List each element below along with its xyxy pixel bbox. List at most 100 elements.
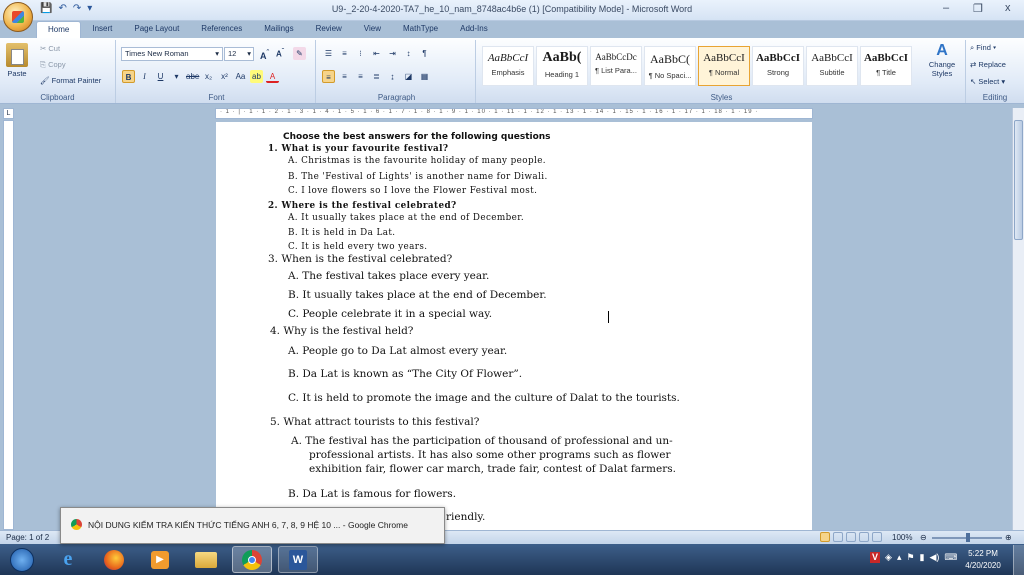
web-layout-icon[interactable]: [846, 532, 856, 542]
superscript-button[interactable]: x²: [218, 70, 231, 83]
style-list-paragraph[interactable]: AaBbCcDc ¶ List Para...: [590, 46, 642, 86]
start-button[interactable]: [2, 546, 42, 573]
taskbar-word[interactable]: W: [278, 546, 318, 573]
clock[interactable]: 5:22 PM 4/20/2020: [958, 548, 1008, 572]
style-subtitle[interactable]: AaBbCcI Subtitle: [806, 46, 858, 86]
font-size-select[interactable]: 12 ▾: [224, 47, 254, 61]
paste-icon: [6, 43, 28, 67]
tab-page-layout[interactable]: Page Layout: [123, 21, 190, 38]
align-right-icon[interactable]: ≡: [354, 70, 367, 83]
numbering-icon[interactable]: ≡: [338, 47, 351, 60]
scrollbar-thumb[interactable]: [1014, 120, 1023, 240]
shrink-font-button[interactable]: Aˇ: [276, 48, 284, 59]
network-icon[interactable]: ▮: [920, 552, 925, 563]
tab-review[interactable]: Review: [305, 21, 353, 38]
taskbar-media[interactable]: ▶: [140, 546, 180, 573]
bold-button[interactable]: B: [122, 70, 135, 83]
change-styles-button[interactable]: A Change Styles: [922, 42, 962, 78]
vertical-scrollbar[interactable]: [1012, 108, 1024, 530]
taskbar-chrome[interactable]: [232, 546, 272, 573]
multilevel-list-icon[interactable]: ⁝: [354, 47, 367, 60]
clear-format-icon[interactable]: ✎: [293, 47, 306, 60]
horizontal-ruler[interactable]: · 1 · | · 1 · 1 · 2 · 1 · 3 · 1 · 4 · 1 …: [215, 108, 813, 119]
sort-icon[interactable]: ↕: [402, 47, 415, 60]
zoom-in-icon[interactable]: ⊕: [1005, 533, 1012, 542]
antivirus-icon[interactable]: V: [870, 552, 881, 563]
tab-insert[interactable]: Insert: [81, 21, 123, 38]
tab-mailings[interactable]: Mailings: [253, 21, 304, 38]
show-desktop-button[interactable]: [1013, 545, 1024, 575]
zoom-level[interactable]: 100%: [892, 533, 912, 542]
decrease-indent-icon[interactable]: ⇤: [370, 47, 383, 60]
scissors-icon: ✂: [40, 44, 47, 53]
full-screen-reading-icon[interactable]: [833, 532, 843, 542]
paragraph-row-2: ≡ ≡ ≡ ≣ ↨ ◪ ▦: [322, 70, 431, 83]
underline-dropdown-icon[interactable]: ▾: [170, 70, 183, 83]
select-button[interactable]: ↖ Select ▾: [970, 77, 1005, 86]
flag-icon[interactable]: ⚑: [906, 552, 914, 563]
page-count[interactable]: Page: 1 of 2: [6, 533, 49, 542]
answer-1a: A. Christmas is the favourite holiday of…: [288, 156, 546, 166]
align-left-icon[interactable]: ≡: [322, 70, 335, 83]
app-tray-icon[interactable]: ◈: [885, 552, 892, 563]
taskbar-ie[interactable]: e: [48, 546, 88, 573]
zoom-out-icon[interactable]: ⊖: [920, 533, 927, 542]
strikethrough-button[interactable]: abe: [186, 70, 199, 83]
show-marks-icon[interactable]: ¶: [418, 47, 431, 60]
print-layout-icon[interactable]: [820, 532, 830, 542]
change-case-button[interactable]: Aa: [234, 70, 247, 83]
keyboard-icon[interactable]: ⌨: [944, 552, 957, 563]
paste-button[interactable]: Paste: [6, 43, 28, 78]
document-page[interactable]: Choose the best answers for the followin…: [216, 122, 812, 532]
bullets-icon[interactable]: ☰: [322, 47, 335, 60]
borders-icon[interactable]: ▦: [418, 70, 431, 83]
taskbar-firefox[interactable]: [94, 546, 134, 573]
italic-button[interactable]: I: [138, 70, 151, 83]
tab-mathtype[interactable]: MathType: [392, 21, 449, 38]
windows-logo-icon: [10, 547, 34, 572]
find-button[interactable]: ⌕ Find ▾: [970, 43, 996, 53]
copy-button[interactable]: ⎘ Copy: [40, 60, 66, 70]
font-color-button[interactable]: A: [266, 70, 279, 83]
grow-font-button[interactable]: Aˆ: [260, 48, 269, 61]
close-button[interactable]: x: [1005, 2, 1011, 14]
volume-icon[interactable]: ◀): [930, 552, 940, 563]
style-heading-1[interactable]: AaBb(Heading 1: [536, 46, 588, 86]
justify-icon[interactable]: ≣: [370, 70, 383, 83]
outline-icon[interactable]: [859, 532, 869, 542]
style-emphasis[interactable]: AaBbCcI Emphasis: [482, 46, 534, 86]
style-no-spacing[interactable]: AaBbC(¶ No Spaci...: [644, 46, 696, 86]
restore-button[interactable]: ❐: [973, 2, 983, 15]
increase-indent-icon[interactable]: ⇥: [386, 47, 399, 60]
media-player-icon: ▶: [151, 550, 169, 569]
underline-button[interactable]: U: [154, 70, 167, 83]
cut-button[interactable]: ✂ Cut: [40, 44, 60, 53]
tab-add-ins[interactable]: Add-Ins: [449, 21, 499, 38]
minimize-button[interactable]: –: [943, 2, 949, 14]
replace-button[interactable]: ⇄ Replace: [970, 60, 1006, 69]
style-title[interactable]: AaBbCcI ¶ Title: [860, 46, 912, 86]
style-normal[interactable]: AaBbCcI ¶ Normal: [698, 46, 750, 86]
vertical-ruler[interactable]: [3, 120, 14, 530]
tab-view[interactable]: View: [353, 21, 392, 38]
view-buttons: [820, 532, 882, 542]
office-button[interactable]: [3, 2, 33, 32]
show-hidden-icons[interactable]: ▴: [897, 552, 902, 563]
font-family-select[interactable]: Times New Roman ▾: [121, 47, 223, 61]
format-painter-button[interactable]: 🖌 Format Painter: [40, 76, 101, 85]
zoom-slider-thumb[interactable]: [966, 533, 970, 542]
taskbar-preview-popup[interactable]: NỘI DUNG KIỂM TRA KIẾN THỨC TIẾNG ANH 6,…: [60, 507, 445, 544]
draft-icon[interactable]: [872, 532, 882, 542]
tab-selector[interactable]: L: [3, 108, 14, 119]
taskbar-explorer[interactable]: [186, 546, 226, 573]
highlight-button[interactable]: ab: [250, 70, 263, 83]
shading-icon[interactable]: ◪: [402, 70, 415, 83]
align-center-icon[interactable]: ≡: [338, 70, 351, 83]
tab-home[interactable]: Home: [36, 21, 82, 39]
answer-4a: A. People go to Da Lat almost every year…: [288, 345, 508, 357]
line-spacing-icon[interactable]: ↨: [386, 70, 399, 83]
tab-references[interactable]: References: [190, 21, 253, 38]
style-strong[interactable]: AaBbCcI Strong: [752, 46, 804, 86]
subscript-button[interactable]: x₂: [202, 70, 215, 83]
answer-4c: C. It is held to promote the image and t…: [288, 392, 680, 404]
